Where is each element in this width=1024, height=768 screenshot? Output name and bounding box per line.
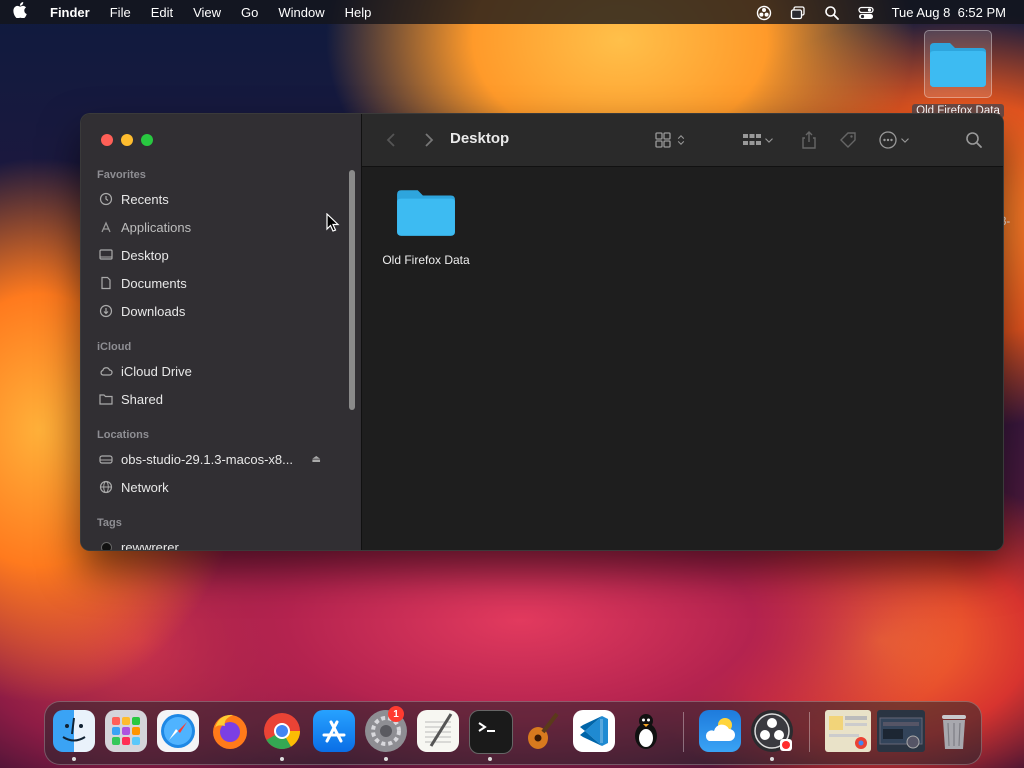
sidebar-item-tag[interactable]: rewwrerer — [97, 536, 337, 551]
group-button[interactable] — [742, 130, 776, 150]
sidebar-item-network[interactable]: Network — [97, 476, 337, 498]
menu-help[interactable]: Help — [335, 5, 382, 20]
control-center-icon[interactable] — [857, 5, 874, 19]
sidebar-section-icloud: iCloud — [97, 341, 132, 353]
chrome-dock-icon[interactable] — [261, 710, 303, 752]
trash-dock-icon[interactable] — [933, 710, 975, 752]
firefox-dock-icon[interactable] — [209, 710, 251, 752]
sidebar-section-tags: Tags — [97, 517, 122, 529]
menu-edit[interactable]: Edit — [141, 5, 183, 20]
dock-separator — [809, 712, 810, 752]
vscode-dock-icon[interactable] — [573, 710, 615, 752]
sidebar-item-label: Documents — [121, 275, 187, 291]
textedit-dock-icon[interactable] — [417, 710, 459, 752]
globe-icon — [97, 479, 115, 495]
obs-status-icon[interactable] — [756, 5, 772, 21]
sidebar-item-label: Shared — [121, 391, 163, 407]
sidebar-scrollbar[interactable] — [349, 170, 355, 410]
app-store-dock-icon[interactable] — [313, 710, 355, 752]
window-controls — [101, 134, 153, 146]
dock-separator — [683, 712, 684, 752]
cloud-icon — [97, 363, 115, 379]
penguin-app-dock-icon[interactable] — [625, 710, 667, 752]
mouse-cursor-icon — [326, 212, 340, 238]
sidebar-item-label: rewwrerer — [121, 539, 179, 551]
sidebar-item-label: Applications — [121, 219, 192, 235]
notification-badge: 1 — [388, 706, 404, 722]
clock-icon — [97, 191, 115, 207]
sidebar-item-label: Desktop — [121, 247, 169, 263]
window-title: Desktop — [450, 130, 510, 147]
document-icon — [97, 275, 115, 291]
menubar-clock[interactable]: Tue Aug 8 6:52 PM — [892, 5, 1006, 20]
spotlight-search-icon[interactable] — [824, 5, 840, 20]
finder-sidebar: Favorites Recents Applications Desktop D… — [81, 114, 362, 550]
menu-go[interactable]: Go — [231, 5, 268, 20]
share-button[interactable] — [799, 130, 819, 150]
finder-window[interactable]: Favorites Recents Applications Desktop D… — [80, 113, 1004, 551]
running-indicator — [770, 757, 774, 761]
minimize-window-button[interactable] — [121, 134, 133, 146]
sidebar-item-label: Downloads — [121, 303, 186, 319]
sidebar-item-label: iCloud Drive — [121, 363, 192, 379]
running-indicator — [72, 757, 76, 761]
sidebar-item-downloads[interactable]: Downloads — [97, 300, 337, 322]
applications-icon — [97, 219, 115, 235]
shared-folder-icon — [97, 391, 115, 407]
running-indicator — [488, 757, 492, 761]
sidebar-item-shared[interactable]: Shared — [97, 388, 337, 410]
desktop-icon — [97, 247, 115, 263]
view-mode-button[interactable] — [654, 130, 688, 150]
desktop-folder-icon[interactable]: Old Firefox Data — [907, 30, 1009, 119]
sidebar-section-favorites: Favorites — [97, 169, 146, 181]
tag-button[interactable] — [838, 130, 858, 150]
sidebar-item-desktop[interactable]: Desktop — [97, 244, 337, 266]
disk-icon — [97, 451, 115, 467]
tag-color-icon — [97, 539, 115, 550]
sidebar-item-obs-volume[interactable]: obs-studio-29.1.3-macos-x8... ⏏ — [97, 448, 337, 470]
sidebar-item-documents[interactable]: Documents — [97, 272, 337, 294]
menu-view[interactable]: View — [183, 5, 231, 20]
download-icon — [97, 303, 115, 319]
sidebar-item-icloud-drive[interactable]: iCloud Drive — [97, 360, 337, 382]
finder-toolbar: Desktop — [362, 114, 1003, 167]
sidebar-item-label: obs-studio-29.1.3-macos-x8... — [121, 451, 293, 467]
weather-dock-icon[interactable] — [699, 710, 741, 752]
sidebar-item-applications[interactable]: Applications — [97, 216, 337, 238]
sidebar-item-recents[interactable]: Recents — [97, 188, 337, 210]
close-window-button[interactable] — [101, 134, 113, 146]
zoom-window-button[interactable] — [141, 134, 153, 146]
obs-studio-dock-icon[interactable] — [751, 710, 793, 752]
file-item-label: Old Firefox Data — [382, 253, 470, 267]
minimized-window-screenshot-thumbnail[interactable] — [877, 710, 925, 752]
menu-finder[interactable]: Finder — [40, 5, 100, 20]
sidebar-section-locations: Locations — [97, 429, 149, 441]
more-actions-button[interactable] — [878, 130, 912, 150]
finder-dock-icon[interactable] — [53, 710, 95, 752]
apple-menu-icon[interactable] — [0, 2, 40, 22]
forward-button[interactable] — [418, 130, 438, 150]
running-indicator — [280, 757, 284, 761]
file-item-folder[interactable]: Old Firefox Data — [376, 186, 476, 267]
screen-mirroring-icon[interactable] — [790, 5, 806, 20]
folder-icon — [924, 30, 992, 98]
menu-window[interactable]: Window — [268, 5, 334, 20]
sidebar-item-label: Network — [121, 479, 169, 495]
terminal-dock-icon[interactable] — [469, 710, 513, 754]
garageband-dock-icon[interactable] — [521, 710, 563, 752]
eject-icon[interactable]: ⏏ — [312, 454, 321, 465]
menu-file[interactable]: File — [100, 5, 141, 20]
dock — [44, 701, 982, 765]
launchpad-dock-icon[interactable] — [105, 710, 147, 752]
minimized-window-chrome-thumbnail[interactable] — [825, 710, 871, 752]
back-button[interactable] — [382, 130, 402, 150]
running-indicator — [384, 757, 388, 761]
search-button[interactable] — [964, 130, 984, 150]
menu-bar: Finder File Edit View Go Window Help Tue… — [0, 0, 1024, 24]
finder-content: Desktop Old Firefox Data — [362, 114, 1003, 550]
safari-dock-icon[interactable] — [157, 710, 199, 752]
folder-icon — [397, 190, 455, 236]
sidebar-item-label: Recents — [121, 191, 169, 207]
